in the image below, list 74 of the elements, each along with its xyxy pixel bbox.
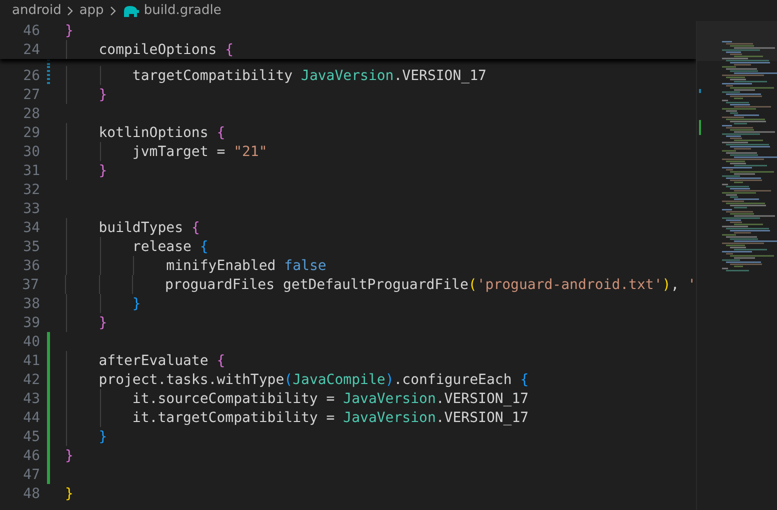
code-token: minifyEnabled [165, 258, 277, 274]
code-token: .VERSION_17 [394, 68, 486, 84]
code-token: .configureEach [394, 372, 513, 388]
code-token: JavaCompile [292, 372, 386, 388]
code-token: project.tasks.withType [98, 372, 284, 388]
line-number: 27 [22, 86, 40, 102]
code-token: ' [688, 276, 696, 292]
line-number: 32 [22, 182, 40, 198]
line-number: 29 [22, 124, 40, 140]
code-token: , [670, 276, 680, 292]
code-token: ( [284, 372, 293, 388]
line-number: 46 [22, 22, 40, 38]
code-token: release [131, 238, 192, 254]
line-number: 34 [22, 220, 40, 236]
line-number: 46 [22, 448, 40, 464]
code-token: } [65, 22, 74, 38]
code-token: } [65, 448, 74, 464]
code-token: JavaVersion [301, 68, 394, 84]
breadcrumb-item[interactable]: build.gradle [144, 3, 222, 18]
elephant-icon [122, 4, 140, 18]
line-number: 45 [22, 428, 40, 444]
code-token: .VERSION_17 [436, 390, 529, 406]
line-number: 36 [22, 258, 40, 274]
code-token: kotlinOptions [98, 124, 210, 140]
code-token: buildTypes [98, 220, 184, 236]
code-token: JavaVersion [343, 410, 436, 426]
code-token: ( [468, 276, 477, 292]
code-token: it.sourceCompatibility = [131, 390, 336, 406]
line-number: 33 [22, 200, 40, 216]
line-number: 37 [21, 276, 39, 292]
line-number: 41 [22, 352, 40, 368]
line-number: 38 [22, 296, 40, 312]
line-number: 26 [22, 68, 40, 84]
code-token: "21" [234, 144, 268, 160]
line-number: 48 [22, 486, 40, 502]
code-token: } [98, 314, 108, 330]
code-token: proguardFiles getDefaultProguardFile [164, 276, 468, 292]
chevron-icon [65, 4, 76, 16]
code-token: { [520, 372, 529, 388]
code-token: ) [662, 276, 671, 292]
code-token: .VERSION_17 [436, 410, 529, 426]
line-number: 24 [22, 42, 40, 58]
chevron-icon [108, 4, 118, 16]
line-number: 42 [22, 372, 40, 388]
code-token: { [225, 42, 234, 58]
breadcrumb-item[interactable]: app [79, 3, 104, 18]
line-number: 35 [22, 238, 40, 254]
line-number: 40 [22, 334, 40, 350]
code-token: false [284, 258, 326, 274]
code-token: jvmTarget = [131, 144, 226, 160]
line-number: 44 [22, 410, 40, 426]
code-token: { [191, 220, 200, 236]
code-token: } [98, 86, 108, 102]
line-number: 31 [22, 162, 40, 178]
code-token: compileOptions [98, 42, 218, 58]
code-token: JavaVersion [343, 390, 436, 406]
code-token: { [216, 352, 226, 368]
line-number: 43 [22, 390, 40, 406]
code-token: it.targetCompatibility = [131, 410, 336, 426]
line-number: 28 [22, 106, 40, 122]
breadcrumb-item[interactable]: android [12, 3, 62, 18]
code-token: } [65, 486, 74, 502]
line-number: 39 [22, 314, 40, 330]
line-number: 30 [22, 144, 40, 160]
code-token: afterEvaluate [98, 352, 210, 368]
code-token: } [131, 296, 141, 312]
code-token: } [98, 162, 108, 178]
code-token: 'proguard-android.txt' [476, 276, 662, 292]
code-token: { [200, 238, 208, 254]
code-token: } [98, 428, 108, 444]
line-number: 47 [22, 466, 40, 482]
code-token: { [216, 124, 226, 140]
code-token: targetCompatibility [131, 68, 294, 84]
code-token: ) [385, 372, 394, 388]
